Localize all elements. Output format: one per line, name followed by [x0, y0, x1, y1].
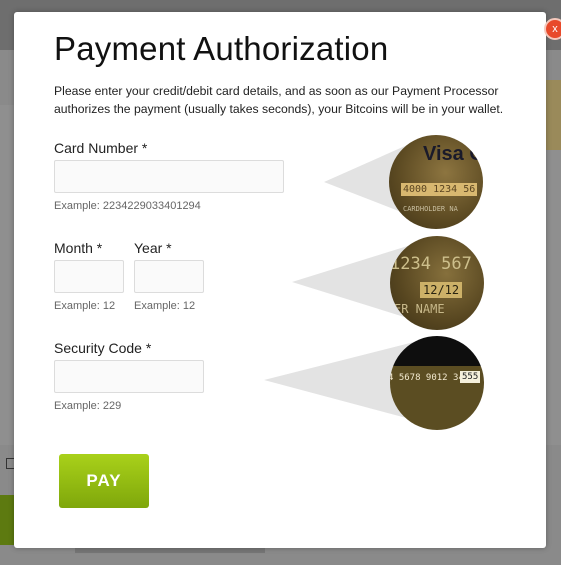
pay-button[interactable]: PAY [59, 454, 149, 508]
card-name-text: ER NAME [394, 302, 445, 316]
year-hint: Example: 12 [134, 300, 196, 312]
security-code-label: Security Code * [54, 340, 152, 356]
card-embossed-number: 1234 567 [390, 254, 472, 274]
card-number-input[interactable] [54, 160, 284, 193]
modal-intro: Please enter your credit/debit card deta… [54, 84, 504, 116]
card-brand-text: Visa C [423, 143, 483, 165]
month-input[interactable] [54, 260, 124, 293]
card-cvv-text: 555 [460, 371, 481, 383]
card-back-image: 4 5678 9012 3456 555 [390, 336, 484, 430]
security-code-hint: Example: 229 [54, 400, 122, 412]
close-button[interactable]: x [544, 18, 561, 40]
card-holder-text: CARDHOLDER NA [403, 205, 458, 213]
card-front-image: Visa C 4000 1234 56 CARDHOLDER NA [389, 135, 483, 229]
year-input[interactable] [134, 260, 204, 293]
modal-title: Payment Authorization [54, 30, 389, 67]
year-label: Year * [134, 240, 172, 256]
background-accent [545, 80, 561, 150]
payment-modal: x Payment Authorization Please enter you… [14, 12, 561, 548]
card-number-text: 4000 1234 56 [401, 183, 478, 196]
card-number-label: Card Number * [54, 140, 148, 156]
month-hint: Example: 12 [54, 300, 116, 312]
month-label: Month * [54, 240, 103, 256]
card-expiry-text: 12/12 [420, 282, 463, 298]
card-number-hint: Example: 2234229033401294 [54, 200, 201, 212]
security-code-input[interactable] [54, 360, 204, 393]
card-expiry-image: 1234 567 12/12 ER NAME [390, 236, 484, 330]
